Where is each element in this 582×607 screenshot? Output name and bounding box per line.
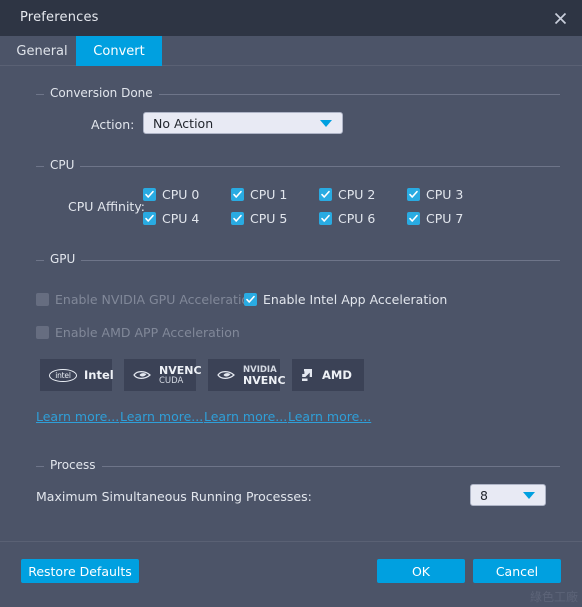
watermark: 綠色工廠 (529, 590, 578, 604)
checkbox-cpu-3-label: CPU 3 (426, 187, 464, 202)
checkbox-enable-nvidia-gpu-acceleration-label: Enable NVIDIA GPU Acceleration (55, 292, 257, 307)
link-learn-more-nvenc-cuda[interactable]: Learn more... (120, 409, 203, 424)
content-area: Conversion Done Action: No Action CPU CP… (0, 67, 582, 541)
nvidia-eye-icon (133, 368, 152, 382)
checkbox-cpu-0[interactable]: CPU 0 (143, 187, 199, 202)
intel-logo-icon: intel (49, 368, 77, 382)
tab-bar: General Convert (0, 36, 582, 66)
checkbox-enable-nvidia-gpu-acceleration[interactable]: Enable NVIDIA GPU Acceleration (36, 292, 257, 307)
checkbox-enable-amd-app-acceleration[interactable]: Enable AMD APP Acceleration (36, 325, 240, 340)
group-process-title: Process (44, 458, 102, 472)
checkbox-box[interactable] (143, 188, 156, 201)
nvidia-eye-icon (217, 368, 236, 382)
max-processes-select-value: 8 (480, 487, 488, 503)
checkbox-box[interactable] (36, 293, 49, 306)
intel-logo-text: intel (55, 370, 71, 380)
checkbox-cpu-4-label: CPU 4 (162, 211, 200, 226)
close-icon (554, 12, 566, 24)
link-learn-more-nvidia-nvenc[interactable]: Learn more... (204, 409, 287, 424)
group-rule (36, 260, 560, 261)
amd-arrow-icon (301, 368, 315, 382)
checkbox-cpu-4[interactable]: CPU 4 (143, 211, 199, 226)
chevron-down-icon (523, 491, 535, 499)
ok-button[interactable]: OK (377, 559, 465, 583)
close-button[interactable] (538, 0, 582, 36)
checkbox-box[interactable] (407, 212, 420, 225)
max-processes-label: Maximum Simultaneous Running Processes: (36, 489, 312, 504)
checkbox-cpu-5-label: CPU 5 (250, 211, 288, 226)
badge-amd-label: AMD (322, 368, 352, 382)
chevron-down-icon (320, 119, 332, 127)
checkbox-cpu-5[interactable]: CPU 5 (231, 211, 287, 226)
badge-nvidia-nvenc-line2: NVIDIA (243, 364, 277, 375)
action-select[interactable]: No Action (143, 112, 343, 134)
cancel-button[interactable]: Cancel (473, 559, 561, 583)
badge-amd[interactable]: AMD (292, 359, 364, 391)
checkbox-box[interactable] (319, 212, 332, 225)
restore-defaults-button[interactable]: Restore Defaults (21, 559, 139, 583)
group-cpu-title: CPU (44, 158, 81, 172)
tab-general-label: General (16, 43, 68, 59)
checkbox-cpu-7[interactable]: CPU 7 (407, 211, 463, 226)
checkbox-box[interactable] (36, 326, 49, 339)
badge-nvenc-cuda[interactable]: NVENC CUDA (124, 359, 202, 391)
checkbox-cpu-2-label: CPU 2 (338, 187, 376, 202)
checkbox-box[interactable] (143, 212, 156, 225)
tab-general[interactable]: General (8, 36, 76, 66)
group-conversion-done-title: Conversion Done (44, 86, 159, 100)
checkbox-box[interactable] (231, 188, 244, 201)
footer-bar: Restore Defaults OK Cancel 綠色工廠 (0, 541, 582, 607)
checkbox-cpu-2[interactable]: CPU 2 (319, 187, 375, 202)
group-rule (36, 466, 560, 467)
badge-nvidia-nvenc-line1: NVENC (243, 373, 286, 387)
action-select-value: No Action (153, 115, 214, 131)
checkbox-box[interactable] (231, 212, 244, 225)
checkbox-cpu-6-label: CPU 6 (338, 211, 376, 226)
tab-convert[interactable]: Convert (76, 36, 162, 66)
checkbox-cpu-1[interactable]: CPU 1 (231, 187, 287, 202)
badge-nvidia-nvenc[interactable]: NVIDIA NVENC (208, 359, 286, 391)
checkbox-box[interactable] (319, 188, 332, 201)
link-learn-more-intel[interactable]: Learn more... (36, 409, 119, 424)
checkbox-enable-amd-app-acceleration-label: Enable AMD APP Acceleration (55, 325, 240, 340)
checkbox-box[interactable] (244, 293, 257, 306)
max-processes-select[interactable]: 8 (470, 484, 546, 506)
badge-nvenc-cuda-line1: NVENC (159, 363, 202, 377)
checkbox-enable-intel-app-acceleration-label: Enable Intel App Acceleration (263, 292, 448, 307)
link-learn-more-amd[interactable]: Learn more... (288, 409, 371, 424)
checkbox-cpu-7-label: CPU 7 (426, 211, 464, 226)
cpu-affinity-label: CPU Affinity: (68, 199, 146, 214)
window-title: Preferences (20, 10, 99, 25)
checkbox-enable-intel-app-acceleration[interactable]: Enable Intel App Acceleration (244, 292, 447, 307)
tab-convert-label: Convert (93, 43, 145, 59)
badge-intel[interactable]: intel Intel (40, 359, 114, 391)
checkbox-cpu-3[interactable]: CPU 3 (407, 187, 463, 202)
title-bar: Preferences (0, 0, 582, 36)
checkbox-cpu-1-label: CPU 1 (250, 187, 288, 202)
group-gpu-title: GPU (44, 252, 82, 266)
badge-intel-label: Intel (84, 368, 114, 382)
checkbox-cpu-0-label: CPU 0 (162, 187, 200, 202)
badge-nvenc-cuda-line2: CUDA (159, 375, 184, 386)
checkbox-cpu-6[interactable]: CPU 6 (319, 211, 375, 226)
action-label: Action: (91, 117, 135, 132)
checkbox-box[interactable] (407, 188, 420, 201)
group-rule (36, 166, 560, 167)
